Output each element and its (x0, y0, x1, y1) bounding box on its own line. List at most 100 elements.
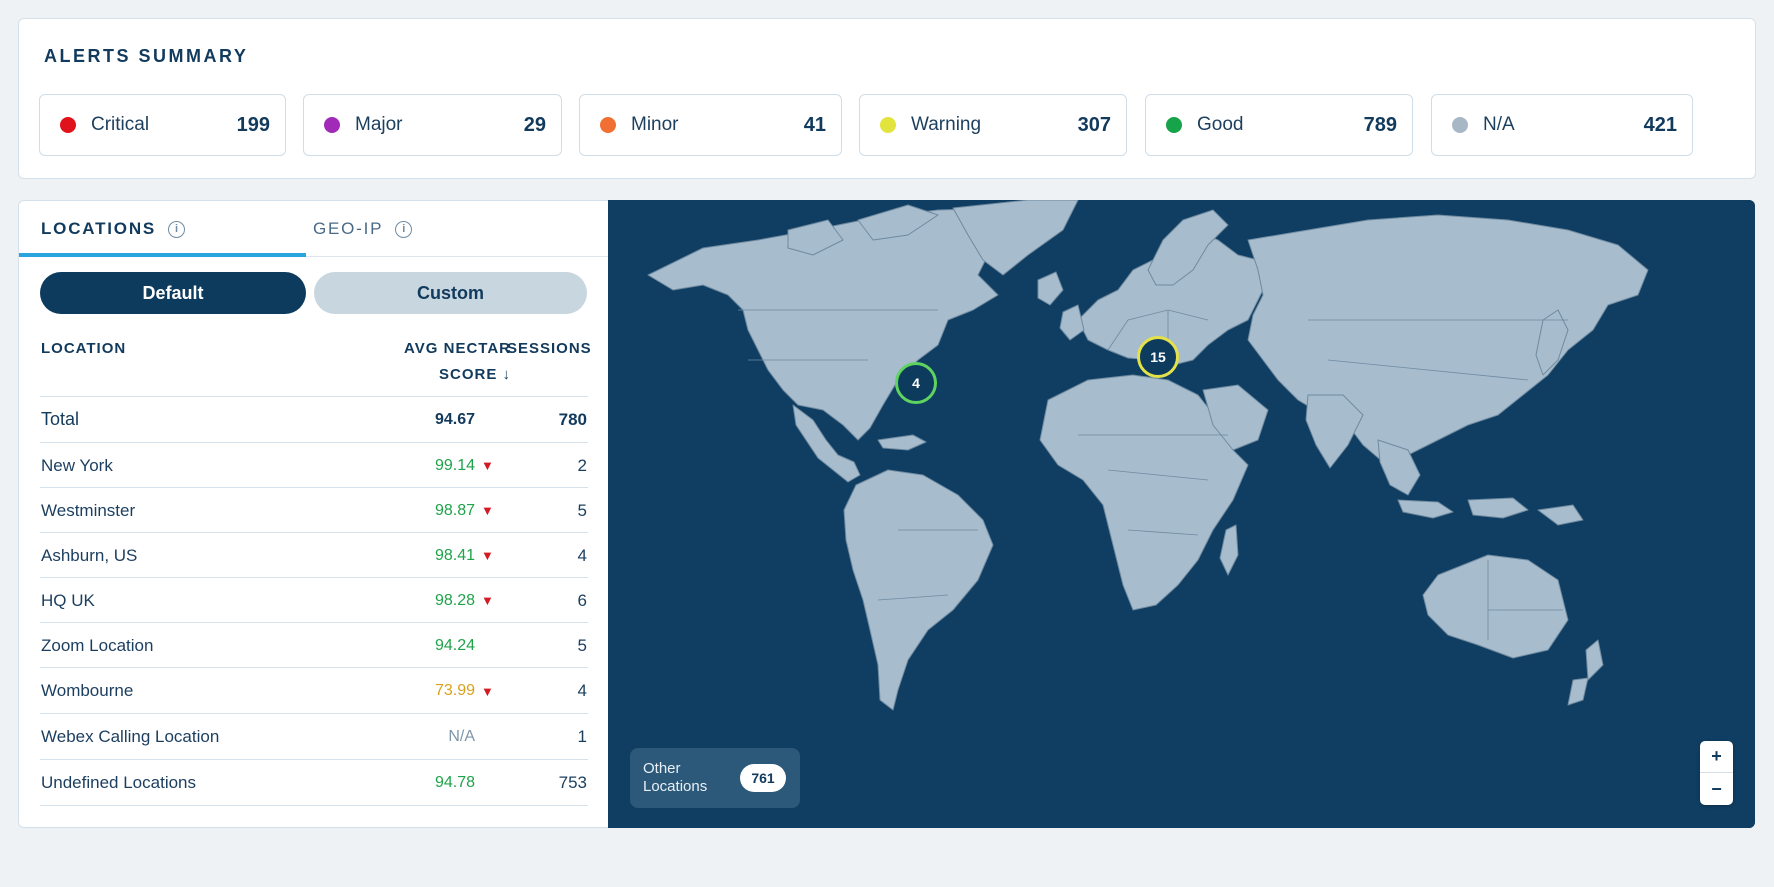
world-map-land (608, 200, 1755, 828)
na-dot-icon (1452, 117, 1468, 133)
total-score: 94.67 ▼ (399, 397, 495, 442)
table-row[interactable]: Wombourne 73.99 ▼ 4 (19, 668, 609, 714)
location-name: Webex Calling Location (41, 727, 220, 746)
alert-good[interactable]: Good 789 (1145, 94, 1413, 156)
table-row[interactable]: Zoom Location 94.24▼ 5 (19, 623, 609, 668)
location-score: 94.78▼ (399, 760, 495, 806)
warning-dot-icon (880, 117, 896, 133)
location-sessions: 4 (577, 681, 587, 700)
tab-geo-ip-label: GEO-IP (313, 219, 384, 238)
critical-dot-icon (60, 117, 76, 133)
alert-na-label: N/A (1483, 114, 1515, 135)
location-score: 98.28 ▼ (399, 578, 495, 623)
column-header-sessions[interactable]: SESSIONS (507, 336, 591, 362)
alerts-summary-card: ALERTS SUMMARY Critical 199 Major 29 Min… (18, 18, 1756, 179)
alert-good-count: 789 (1363, 113, 1397, 136)
trend-down-icon: ▼ (481, 548, 494, 563)
alert-critical-label: Critical (91, 114, 150, 135)
alerts-summary-title: ALERTS SUMMARY (44, 46, 249, 66)
alert-minor-count: 41 (803, 113, 826, 136)
alert-critical[interactable]: Critical 199 (39, 94, 286, 156)
location-score-value: 99.14 (434, 456, 475, 474)
location-score: 98.41 ▼ (399, 533, 495, 578)
alert-warning[interactable]: Warning 307 (859, 94, 1127, 156)
minor-dot-icon (600, 117, 616, 133)
major-dot-icon (324, 117, 340, 133)
tab-locations[interactable]: LOCATIONS i (41, 201, 186, 257)
trend-down-icon: ▼ (481, 503, 494, 518)
alert-na-count: 421 (1643, 113, 1677, 136)
location-name: Ashburn, US (41, 545, 138, 565)
map-zoom-control: + − (1700, 741, 1733, 805)
location-score: N/A▼ (399, 714, 495, 760)
other-locations-label: Other Locations (643, 760, 738, 796)
alert-minor[interactable]: Minor 41 (579, 94, 842, 156)
trend-down-icon: ▼ (481, 593, 494, 608)
location-sessions: 6 (577, 590, 587, 610)
location-score: 98.87 ▼ (399, 488, 495, 533)
location-name: Undefined Locations (41, 773, 197, 792)
geo-ip-info-icon[interactable]: i (395, 220, 413, 238)
custom-view-button[interactable]: Custom (314, 272, 587, 314)
table-row[interactable]: Ashburn, US 98.41 ▼ 4 (19, 533, 609, 578)
default-view-button[interactable]: Default (40, 272, 306, 314)
total-sessions: 780 (558, 409, 587, 429)
location-name: Zoom Location (41, 635, 154, 655)
tab-geo-ip[interactable]: GEO-IP i (313, 201, 413, 257)
locations-info-icon[interactable]: i (168, 220, 186, 238)
alert-major-count: 29 (523, 113, 546, 136)
location-name: Wombourne (41, 681, 134, 700)
location-score-value: 98.41 (434, 546, 475, 564)
location-score: 94.24▼ (399, 623, 495, 668)
location-score-value: N/A (448, 728, 475, 745)
zoom-in-button[interactable]: + (1700, 741, 1733, 773)
column-header-avg-nectar-score[interactable]: AVG NECTAR SCORE ↓ (369, 336, 511, 388)
active-tab-indicator (19, 253, 306, 257)
map-cluster-marker-us[interactable]: 4 (895, 362, 937, 404)
location-score: 73.99 ▼ (399, 668, 495, 714)
locations-panel: LOCATIONS i GEO-IP i Default Custom LOCA… (18, 200, 610, 828)
location-sessions: 5 (577, 500, 587, 520)
alert-warning-label: Warning (911, 114, 982, 135)
alert-na[interactable]: N/A 421 (1431, 94, 1693, 156)
location-score-value: 98.28 (434, 591, 475, 609)
table-row[interactable]: New York 99.14 ▼ 2 (19, 443, 609, 488)
tab-bar: LOCATIONS i GEO-IP i (19, 201, 609, 257)
total-label: Total (41, 409, 80, 429)
location-sessions: 5 (577, 635, 587, 655)
alert-major-label: Major (355, 114, 403, 135)
location-name: Westminster (41, 500, 136, 520)
alert-good-label: Good (1197, 114, 1244, 135)
table-row-total: Total 94.67 ▼ 780 (19, 397, 609, 442)
tab-locations-label: LOCATIONS (41, 219, 157, 238)
location-name: New York (41, 455, 113, 475)
alert-major[interactable]: Major 29 (303, 94, 562, 156)
other-locations-label-line2: Locations (643, 778, 708, 795)
location-score-value: 94.78 (434, 774, 475, 791)
column-header-location[interactable]: LOCATION (41, 336, 126, 362)
row-divider (40, 805, 588, 806)
location-score: 99.14 ▼ (399, 443, 495, 488)
other-locations-count: 761 (740, 764, 786, 792)
map-cluster-marker-europe[interactable]: 15 (1137, 336, 1179, 378)
location-sessions: 2 (577, 455, 587, 475)
column-header-score-line2: SCORE ↓ (438, 366, 511, 383)
location-score-value: 94.24 (434, 636, 475, 654)
location-score-value: 73.99 (434, 682, 475, 699)
world-map[interactable]: 4 15 Other Locations 761 + − (608, 200, 1755, 828)
total-score-value: 94.67 (434, 410, 475, 428)
column-header-score-line1: AVG NECTAR (404, 340, 511, 357)
zoom-out-button[interactable]: − (1700, 773, 1733, 805)
table-row[interactable]: Westminster 98.87 ▼ 5 (19, 488, 609, 533)
other-locations-label-line1: Other (643, 760, 681, 777)
good-dot-icon (1166, 117, 1182, 133)
alert-critical-count: 199 (236, 113, 270, 136)
table-row[interactable]: Undefined Locations 94.78▼ 753 (19, 760, 609, 806)
table-row[interactable]: Webex Calling Location N/A▼ 1 (19, 714, 609, 760)
trend-down-icon: ▼ (481, 458, 494, 473)
alert-minor-label: Minor (631, 114, 679, 135)
location-sessions: 1 (577, 727, 587, 746)
table-row[interactable]: HQ UK 98.28 ▼ 6 (19, 578, 609, 623)
other-locations-badge[interactable]: Other Locations 761 (630, 748, 800, 808)
location-score-value: 98.87 (434, 501, 475, 519)
